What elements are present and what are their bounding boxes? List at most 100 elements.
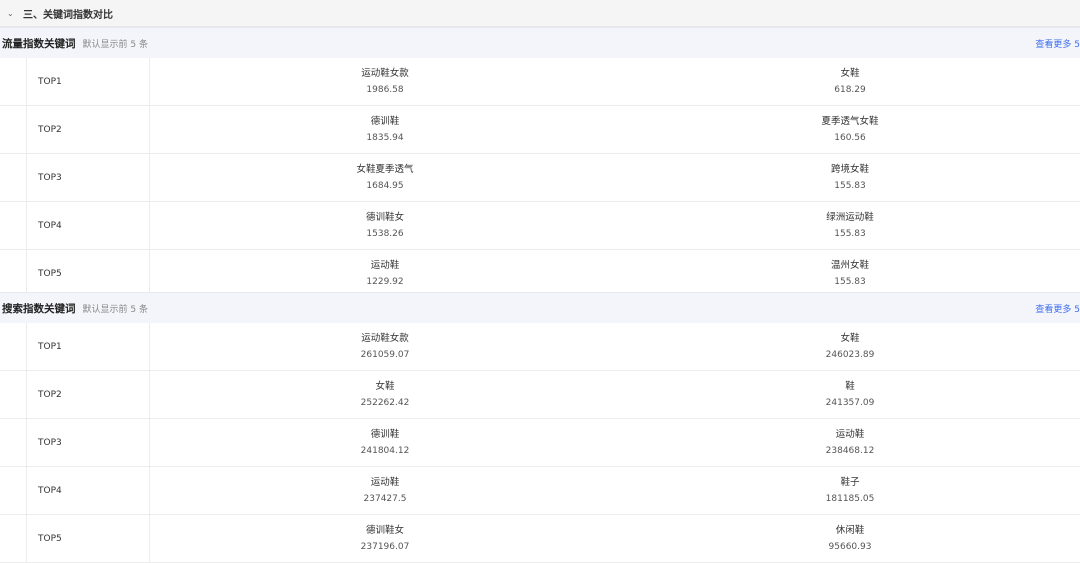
index-value: 252262.42 (360, 397, 410, 408)
index-value: 237427.5 (363, 493, 407, 504)
view-more-link[interactable]: 查看更多 5 (1035, 37, 1080, 50)
index-value: 237196.07 (360, 541, 410, 552)
row-gutter (0, 154, 27, 201)
row-gutter (0, 106, 27, 153)
panel-header: 搜索指数关键词 默认显示前 5 条 查看更多 5 (0, 292, 1080, 323)
keyword: 德训鞋女 (365, 211, 404, 223)
table-row: TOP2 德训鞋 1835.94 夏季透气女鞋 160.56 (0, 106, 1080, 154)
keyword-cell: 德训鞋女 1538.26 (150, 202, 620, 249)
index-value: 238468.12 (825, 445, 875, 456)
rank-label: TOP2 (38, 124, 62, 135)
keyword: 运动鞋 (835, 428, 865, 440)
keyword-cell: 鞋子 181185.05 (620, 467, 1080, 514)
index-value: 241804.12 (360, 445, 410, 456)
panel-hint: 默认显示前 5 条 (82, 39, 148, 50)
row-gutter (0, 419, 27, 466)
search-index-panel: 搜索指数关键词 默认显示前 5 条 查看更多 5 TOP1 运动鞋女款 2610… (0, 292, 1080, 563)
index-value: 261059.07 (360, 349, 410, 360)
keyword: 绿洲运动鞋 (826, 211, 874, 223)
keyword-cell: 女鞋夏季透气 1684.95 (150, 154, 620, 201)
section-title: 三、关键词指数对比 (23, 9, 113, 21)
table-row: TOP2 女鞋 252262.42 鞋 241357.09 (0, 371, 1080, 419)
index-value: 155.83 (834, 276, 866, 287)
rank-label: TOP5 (38, 533, 62, 544)
index-value: 155.83 (834, 180, 866, 191)
keyword: 女鞋 (375, 380, 395, 392)
keyword: 德训鞋女 (365, 524, 404, 536)
keyword-table: TOP1 运动鞋女款 261059.07 女鞋 246023.89 TOP2 女… (0, 323, 1080, 563)
keyword-cell: 休闲鞋 95660.93 (620, 515, 1080, 562)
keyword: 女鞋 (840, 332, 860, 344)
index-value: 241357.09 (825, 397, 875, 408)
row-gutter (0, 202, 27, 249)
keyword-cell: 运动鞋 237427.5 (150, 467, 620, 514)
keyword-cell: 德训鞋女 237196.07 (150, 515, 620, 562)
keyword: 跨境女鞋 (830, 163, 869, 175)
keyword: 运动鞋女款 (361, 332, 409, 344)
rank-label: TOP5 (38, 268, 62, 279)
panel-hint: 默认显示前 5 条 (82, 304, 148, 315)
keyword-cell: 温州女鞋 155.83 (620, 250, 1080, 297)
keyword: 夏季透气女鞋 (821, 115, 879, 127)
rank-label: TOP2 (38, 389, 62, 400)
keyword: 女鞋 (840, 67, 860, 79)
chevron-down-icon[interactable]: ⌄ (7, 9, 17, 18)
table-row: TOP3 德训鞋 241804.12 运动鞋 238468.12 (0, 419, 1080, 467)
table-row: TOP4 运动鞋 237427.5 鞋子 181185.05 (0, 467, 1080, 515)
keyword-cell: 德训鞋 1835.94 (150, 106, 620, 153)
table-row: TOP5 运动鞋 1229.92 温州女鞋 155.83 (0, 250, 1080, 298)
keyword: 德训鞋 (370, 115, 400, 127)
index-value: 181185.05 (825, 493, 875, 504)
index-value: 246023.89 (825, 349, 875, 360)
table-row: TOP1 运动鞋女款 1986.58 女鞋 618.29 (0, 58, 1080, 106)
panel-title: 搜索指数关键词 (2, 302, 76, 315)
index-value: 1229.92 (366, 276, 404, 287)
rank-label: TOP4 (38, 485, 62, 496)
keyword-cell: 德训鞋 241804.12 (150, 419, 620, 466)
keyword: 运动鞋 (370, 476, 400, 488)
keyword-cell: 鞋 241357.09 (620, 371, 1080, 418)
keyword-cell: 运动鞋女款 1986.58 (150, 58, 620, 105)
keyword-cell: 运动鞋 1229.92 (150, 250, 620, 297)
row-gutter (0, 250, 27, 297)
row-gutter (0, 515, 27, 562)
index-value: 1684.95 (366, 180, 404, 191)
keyword-cell: 女鞋 252262.42 (150, 371, 620, 418)
keyword: 运动鞋女款 (361, 67, 409, 79)
table-row: TOP5 德训鞋女 237196.07 休闲鞋 95660.93 (0, 515, 1080, 563)
rank-label: TOP3 (38, 172, 62, 183)
table-row: TOP3 女鞋夏季透气 1684.95 跨境女鞋 155.83 (0, 154, 1080, 202)
index-value: 155.83 (834, 228, 866, 239)
row-gutter (0, 58, 27, 105)
keyword: 休闲鞋 (835, 524, 865, 536)
rank-label: TOP1 (38, 76, 62, 87)
keyword-cell: 跨境女鞋 155.83 (620, 154, 1080, 201)
view-more-link[interactable]: 查看更多 5 (1035, 302, 1080, 315)
table-row: TOP4 德训鞋女 1538.26 绿洲运动鞋 155.83 (0, 202, 1080, 250)
index-value: 95660.93 (828, 541, 872, 552)
index-value: 1835.94 (366, 132, 404, 143)
keyword: 德训鞋 (370, 428, 400, 440)
index-value: 1538.26 (366, 228, 404, 239)
keyword: 鞋子 (840, 476, 860, 488)
keyword: 运动鞋 (370, 259, 400, 271)
traffic-index-panel: 流量指数关键词 默认显示前 5 条 查看更多 5 TOP1 运动鞋女款 1986… (0, 27, 1080, 298)
rank-label: TOP4 (38, 220, 62, 231)
index-value: 618.29 (834, 84, 866, 95)
table-row: TOP1 运动鞋女款 261059.07 女鞋 246023.89 (0, 323, 1080, 371)
keyword: 温州女鞋 (830, 259, 869, 271)
keyword: 女鞋夏季透气 (356, 163, 414, 175)
keyword-table: TOP1 运动鞋女款 1986.58 女鞋 618.29 TOP2 德训鞋 18… (0, 58, 1080, 298)
panel-title: 流量指数关键词 (2, 37, 76, 50)
index-value: 160.56 (834, 132, 866, 143)
keyword-cell: 绿洲运动鞋 155.83 (620, 202, 1080, 249)
index-value: 1986.58 (366, 84, 404, 95)
row-gutter (0, 371, 27, 418)
keyword: 鞋 (845, 380, 855, 392)
rank-label: TOP3 (38, 437, 62, 448)
rank-label: TOP1 (38, 341, 62, 352)
keyword-cell: 女鞋 618.29 (620, 58, 1080, 105)
section-header[interactable]: ⌄ 三、关键词指数对比 (0, 0, 1080, 27)
panel-header: 流量指数关键词 默认显示前 5 条 查看更多 5 (0, 27, 1080, 58)
keyword-cell: 运动鞋 238468.12 (620, 419, 1080, 466)
